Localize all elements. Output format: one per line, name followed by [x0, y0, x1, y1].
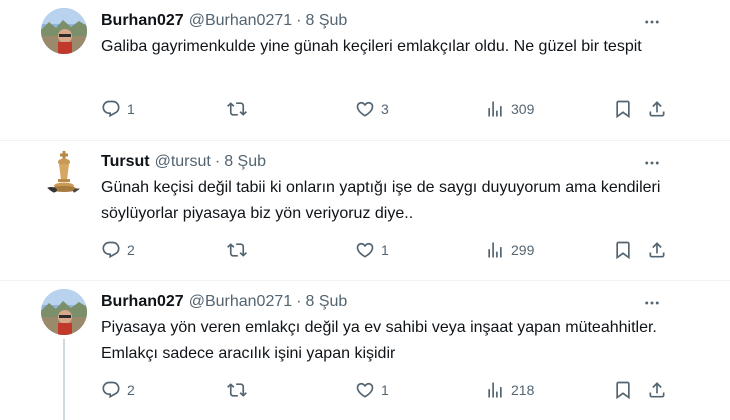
- user-handle[interactable]: @Burhan0271: [189, 293, 292, 311]
- tweet[interactable]: Burhan027 @Burhan0271 · 8 Şub Galiba gay…: [0, 0, 730, 141]
- reply-button[interactable]: 2: [101, 238, 135, 262]
- display-name[interactable]: Tursut: [101, 153, 150, 171]
- tweet-date[interactable]: 8 Şub: [305, 293, 347, 311]
- views-button[interactable]: 309: [485, 97, 534, 121]
- tweet-text: Piyasaya yön veren emlakçı değil ya ev s…: [101, 319, 657, 362]
- views-button[interactable]: 218: [485, 378, 534, 402]
- like-button[interactable]: 3: [355, 97, 389, 121]
- tweet-header: Tursut @tursut · 8 Şub: [101, 152, 266, 172]
- tweet-text: Günah keçisi değil tabii ki onların yapt…: [101, 179, 661, 222]
- bookmark-button[interactable]: [613, 97, 633, 121]
- views-button[interactable]: 299: [485, 238, 534, 262]
- chess-king-icon: [41, 149, 87, 195]
- bookmark-icon: [613, 99, 633, 119]
- tweet-header: Burhan027 @Burhan0271 · 8 Şub: [101, 11, 347, 31]
- reply-icon: [101, 380, 121, 400]
- share-icon: [647, 99, 667, 119]
- landscape-avatar-icon: [41, 289, 87, 335]
- reply-count: 1: [127, 101, 135, 117]
- retweet-button[interactable]: [227, 97, 247, 121]
- share-button[interactable]: [647, 378, 667, 402]
- view-count: 218: [511, 382, 535, 398]
- share-button[interactable]: [647, 238, 667, 262]
- like-count: 1: [381, 382, 389, 398]
- bookmark-button[interactable]: [613, 238, 633, 262]
- tweet-actions: 1 3 309: [101, 97, 669, 121]
- retweet-icon: [227, 99, 247, 119]
- like-button[interactable]: 1: [355, 378, 389, 402]
- reply-icon: [101, 240, 121, 260]
- thread-connector-line: [63, 339, 65, 420]
- share-button[interactable]: [647, 97, 667, 121]
- landscape-avatar-icon: [41, 8, 87, 54]
- user-handle[interactable]: @tursut: [155, 153, 211, 171]
- avatar[interactable]: [41, 289, 87, 335]
- separator: ·: [296, 12, 302, 29]
- reply-thread: Burhan027 @Burhan0271 · 8 Şub Galiba gay…: [0, 0, 730, 420]
- bar-chart-icon: [485, 240, 505, 260]
- retweet-button[interactable]: [227, 378, 247, 402]
- tweet-date[interactable]: 8 Şub: [305, 12, 347, 30]
- more-options-icon[interactable]: [642, 12, 662, 32]
- heart-icon: [355, 380, 375, 400]
- retweet-button[interactable]: [227, 238, 247, 262]
- like-count: 1: [381, 242, 389, 258]
- heart-icon: [355, 99, 375, 119]
- reply-button[interactable]: 1: [101, 97, 135, 121]
- view-count: 299: [511, 242, 535, 258]
- heart-icon: [355, 240, 375, 260]
- bookmark-button[interactable]: [613, 378, 633, 402]
- tweet-date[interactable]: 8 Şub: [224, 153, 266, 171]
- display-name[interactable]: Burhan027: [101, 293, 184, 311]
- tweet-text: Galiba gayrimenkulde yine günah keçileri…: [101, 38, 642, 55]
- bar-chart-icon: [485, 380, 505, 400]
- retweet-icon: [227, 380, 247, 400]
- view-count: 309: [511, 101, 535, 117]
- reply-button[interactable]: 2: [101, 378, 135, 402]
- tweet-header: Burhan027 @Burhan0271 · 8 Şub: [101, 292, 347, 312]
- reply-count: 2: [127, 382, 135, 398]
- separator: ·: [214, 153, 221, 170]
- reply-icon: [101, 99, 121, 119]
- share-icon: [647, 240, 667, 260]
- avatar[interactable]: [41, 8, 87, 54]
- bookmark-icon: [613, 240, 633, 260]
- tweet[interactable]: Tursut @tursut · 8 Şub Günah keçisi deği…: [0, 141, 730, 281]
- more-options-icon[interactable]: [642, 293, 662, 313]
- bar-chart-icon: [485, 99, 505, 119]
- bookmark-icon: [613, 380, 633, 400]
- tweet[interactable]: Burhan027 @Burhan0271 · 8 Şub Piyasaya y…: [0, 281, 730, 420]
- separator: ·: [296, 293, 302, 310]
- reply-count: 2: [127, 242, 135, 258]
- more-options-icon[interactable]: [642, 153, 662, 173]
- retweet-icon: [227, 240, 247, 260]
- avatar[interactable]: [41, 149, 87, 195]
- like-button[interactable]: 1: [355, 238, 389, 262]
- display-name[interactable]: Burhan027: [101, 12, 184, 30]
- like-count: 3: [381, 101, 389, 117]
- share-icon: [647, 380, 667, 400]
- tweet-actions: 2 1 299: [101, 238, 669, 262]
- user-handle[interactable]: @Burhan0271: [189, 12, 292, 30]
- tweet-actions: 2 1 218: [101, 378, 669, 402]
